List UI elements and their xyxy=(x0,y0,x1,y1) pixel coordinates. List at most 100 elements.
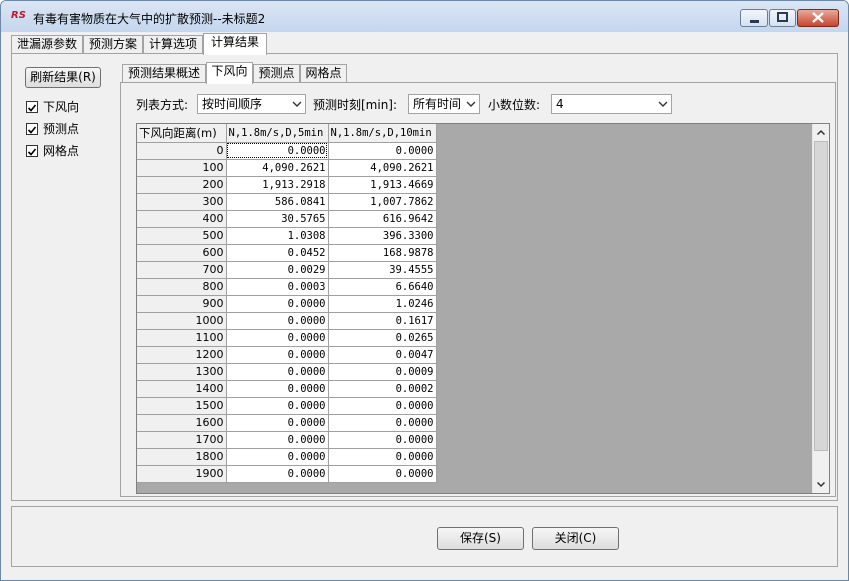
table-cell[interactable]: 0.0000 xyxy=(328,397,437,415)
tab-leak-source[interactable]: 泄漏源参数 xyxy=(11,35,83,54)
minimize-button[interactable] xyxy=(740,9,768,27)
table-row[interactable]: 1600 0.0000 0.0000 xyxy=(137,414,437,432)
table-cell[interactable]: 0.0265 xyxy=(328,329,437,347)
vertical-scrollbar[interactable] xyxy=(812,124,829,493)
row-header-distance[interactable]: 400 xyxy=(137,210,227,228)
table-cell[interactable]: 30.5765 xyxy=(226,210,329,228)
table-cell[interactable]: 616.9642 xyxy=(328,210,437,228)
table-row[interactable]: 300 586.0841 1,007.7862 xyxy=(137,193,437,211)
table-cell[interactable]: 0.0452 xyxy=(226,244,329,262)
table-row[interactable]: 0 0.0000 0.0000 xyxy=(137,142,437,160)
table-cell[interactable]: 0.0003 xyxy=(226,278,329,296)
table-row[interactable]: 100 4,090.2621 4,090.2621 xyxy=(137,159,437,177)
row-header-distance[interactable]: 500 xyxy=(137,227,227,245)
row-header-distance[interactable]: 800 xyxy=(137,278,227,296)
table-cell[interactable]: 396.3300 xyxy=(328,227,437,245)
column-header[interactable]: N,1.8m/s,D,10min xyxy=(328,124,437,143)
table-row[interactable]: 1200 0.0000 0.0047 xyxy=(137,346,437,364)
table-cell[interactable]: 1,913.2918 xyxy=(226,176,329,194)
tab-forecast-points[interactable]: 预测点 xyxy=(253,64,300,83)
decimals-select[interactable]: 4 xyxy=(551,94,672,114)
row-header-distance[interactable]: 1000 xyxy=(137,312,227,330)
row-header-distance[interactable]: 1700 xyxy=(137,431,227,449)
row-header-distance[interactable]: 1200 xyxy=(137,346,227,364)
table-cell[interactable]: 0.0000 xyxy=(226,346,329,364)
table-row[interactable]: 800 0.0003 6.6640 xyxy=(137,278,437,296)
table-cell[interactable]: 0.0000 xyxy=(328,414,437,432)
row-header-distance[interactable]: 1800 xyxy=(137,448,227,466)
row-header-distance[interactable]: 1100 xyxy=(137,329,227,347)
table-row[interactable]: 900 0.0000 1.0246 xyxy=(137,295,437,313)
downwind-checkbox[interactable]: 下风向 xyxy=(26,100,116,116)
save-button[interactable]: 保存(S) xyxy=(437,527,524,550)
table-cell[interactable]: 0.0002 xyxy=(328,380,437,398)
table-row[interactable]: 1100 0.0000 0.0265 xyxy=(137,329,437,347)
table-cell[interactable]: 0.0000 xyxy=(226,363,329,381)
row-header-distance[interactable]: 200 xyxy=(137,176,227,194)
table-cell[interactable]: 4,090.2621 xyxy=(328,159,437,177)
forecast-point-checkbox[interactable]: 预测点 xyxy=(26,122,116,138)
row-header-distance[interactable]: 600 xyxy=(137,244,227,262)
table-cell[interactable]: 0.0000 xyxy=(226,312,329,330)
tab-grid-points[interactable]: 网格点 xyxy=(300,64,347,83)
table-cell[interactable]: 0.0000 xyxy=(328,431,437,449)
row-header-distance[interactable]: 900 xyxy=(137,295,227,313)
column-header[interactable]: 下风向距离(m) xyxy=(137,124,227,143)
table-cell[interactable]: 0.0000 xyxy=(226,448,329,466)
table-cell[interactable]: 0.0000 xyxy=(226,380,329,398)
table-cell[interactable]: 0.0000 xyxy=(328,448,437,466)
table-cell[interactable]: 0.0000 xyxy=(226,397,329,415)
grid-point-checkbox[interactable]: 网格点 xyxy=(26,144,116,160)
table-cell[interactable]: 1,007.7862 xyxy=(328,193,437,211)
row-header-distance[interactable]: 1900 xyxy=(137,465,227,483)
forecast-time-select[interactable]: 所有时间 xyxy=(408,94,480,114)
table-row[interactable]: 700 0.0029 39.4555 xyxy=(137,261,437,279)
row-header-distance[interactable]: 300 xyxy=(137,193,227,211)
table-cell[interactable]: 39.4555 xyxy=(328,261,437,279)
table-cell[interactable]: 1,913.4669 xyxy=(328,176,437,194)
table-cell[interactable]: 0.0000 xyxy=(328,142,437,160)
maximize-button[interactable] xyxy=(769,9,796,27)
title-bar[interactable]: RS 有毒有害物质在大气中的扩散预测--未标题2 xyxy=(1,1,848,32)
row-header-distance[interactable]: 1600 xyxy=(137,414,227,432)
table-cell[interactable]: 0.0029 xyxy=(226,261,329,279)
scroll-thumb[interactable] xyxy=(814,141,828,451)
table-row[interactable]: 1500 0.0000 0.0000 xyxy=(137,397,437,415)
list-mode-select[interactable]: 按时间顺序 xyxy=(197,94,306,114)
row-header-distance[interactable]: 0 xyxy=(137,142,227,160)
refresh-results-button[interactable]: 刷新结果(R) xyxy=(25,67,101,88)
table-row[interactable]: 1300 0.0000 0.0009 xyxy=(137,363,437,381)
table-cell[interactable]: 0.1617 xyxy=(328,312,437,330)
scroll-up-button[interactable] xyxy=(813,124,829,141)
table-cell[interactable]: 0.0047 xyxy=(328,346,437,364)
scroll-down-button[interactable] xyxy=(813,476,829,493)
table-row[interactable]: 1900 0.0000 0.0000 xyxy=(137,465,437,483)
table-row[interactable]: 1800 0.0000 0.0000 xyxy=(137,448,437,466)
tab-results-overview[interactable]: 预测结果概述 xyxy=(122,64,206,83)
close-button[interactable]: 关闭(C) xyxy=(532,527,619,550)
table-cell[interactable]: 0.0000 xyxy=(226,431,329,449)
tab-calc-options[interactable]: 计算选项 xyxy=(143,35,203,54)
row-header-distance[interactable]: 700 xyxy=(137,261,227,279)
table-row[interactable]: 400 30.5765 616.9642 xyxy=(137,210,437,228)
table-cell[interactable]: 6.6640 xyxy=(328,278,437,296)
table-row[interactable]: 200 1,913.2918 1,913.4669 xyxy=(137,176,437,194)
table-cell[interactable]: 0.0000 xyxy=(226,465,329,483)
tab-forecast-plan[interactable]: 预测方案 xyxy=(83,35,143,54)
row-header-distance[interactable]: 1400 xyxy=(137,380,227,398)
table-cell[interactable]: 4,090.2621 xyxy=(226,159,329,177)
table-cell[interactable]: 0.0009 xyxy=(328,363,437,381)
close-window-button[interactable] xyxy=(797,9,839,27)
table-cell[interactable]: 168.9878 xyxy=(328,244,437,262)
row-header-distance[interactable]: 1500 xyxy=(137,397,227,415)
table-cell[interactable]: 0.0000 xyxy=(226,329,329,347)
table-cell[interactable]: 586.0841 xyxy=(226,193,329,211)
downwind-results-grid[interactable]: 下风向距离(m) N,1.8m/s,D,5min N,1.8m/s,D,10mi… xyxy=(136,123,830,494)
table-cell[interactable]: 1.0246 xyxy=(328,295,437,313)
column-header[interactable]: N,1.8m/s,D,5min xyxy=(226,124,329,143)
row-header-distance[interactable]: 100 xyxy=(137,159,227,177)
table-row[interactable]: 600 0.0452 168.9878 xyxy=(137,244,437,262)
table-cell[interactable]: 0.0000 xyxy=(226,295,329,313)
table-cell[interactable]: 1.0308 xyxy=(226,227,329,245)
row-header-distance[interactable]: 1300 xyxy=(137,363,227,381)
